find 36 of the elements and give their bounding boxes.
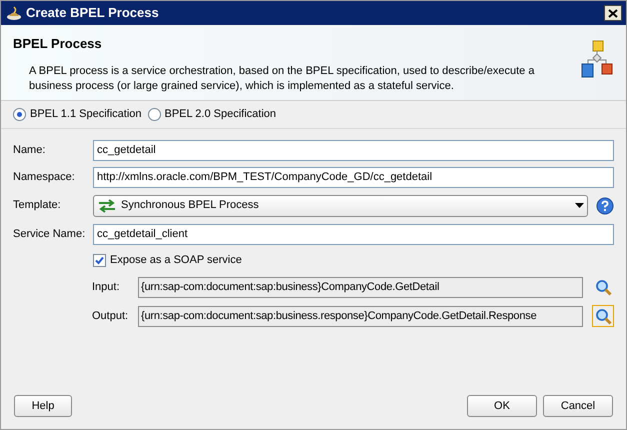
search-icon — [594, 308, 612, 324]
header-title: BPEL Process — [13, 35, 103, 53]
arrows-icon — [97, 198, 117, 212]
close-button[interactable] — [604, 5, 622, 21]
field-label: Name: — [13, 142, 46, 158]
close-icon — [608, 8, 618, 18]
text-field[interactable]: cc_getdetail — [93, 140, 614, 160]
process-diagram-icon — [580, 40, 614, 80]
field-label: Input: — [92, 280, 121, 295]
field-label: Output: — [92, 308, 129, 324]
caret-icon — [575, 203, 584, 208]
help-button[interactable]: Help — [14, 395, 72, 417]
read-only-field[interactable]: {urn:sap-com:document:sap:business}CompanyCode.GetDetail — [138, 276, 583, 298]
text-field[interactable]: cc_getdetail_client — [93, 224, 614, 244]
expose-soap-checkbox[interactable]: Expose as a SOAP service — [93, 250, 614, 270]
template-dropdown[interactable]: Synchronous BPEL Process — [93, 194, 588, 216]
radio-indicator[interactable] — [148, 108, 160, 121]
dropdown-value: Synchronous BPEL Process — [121, 198, 260, 214]
text-field[interactable]: http://xmlns.oracle.com/BPM_TEST/CompanyCode_GD/cc_getdetail — [93, 166, 614, 188]
cancel-button[interactable]: Cancel — [543, 395, 613, 417]
spec-radio[interactable]: BPEL 1.1 Specification — [13, 106, 142, 123]
header-description: A BPEL process is a service orchestration, based on the BPEL specification, used to describe/execute a business process (or large grained service), which is implemented as a stateful service. — [29, 64, 536, 94]
search-icon — [594, 278, 612, 296]
window-title: Create BPEL Process — [26, 4, 159, 22]
spec-radio[interactable]: BPEL 2.0 Specification — [148, 106, 276, 123]
checkbox-indicator[interactable] — [93, 254, 106, 266]
field-label: Template: — [13, 198, 62, 214]
field-label: Namespace: — [13, 170, 76, 185]
ok-button[interactable]: OK — [467, 395, 537, 417]
checkmark-icon — [94, 254, 105, 266]
radio-indicator[interactable] — [13, 108, 26, 121]
field-label: Service Name: — [13, 226, 86, 242]
app-icon — [5, 5, 23, 21]
help-icon[interactable] — [596, 196, 614, 214]
search-button[interactable] — [592, 305, 614, 327]
read-only-field[interactable]: {urn:sap-com:document:sap:business.response}CompanyCode.GetDetail.Response — [138, 306, 583, 326]
